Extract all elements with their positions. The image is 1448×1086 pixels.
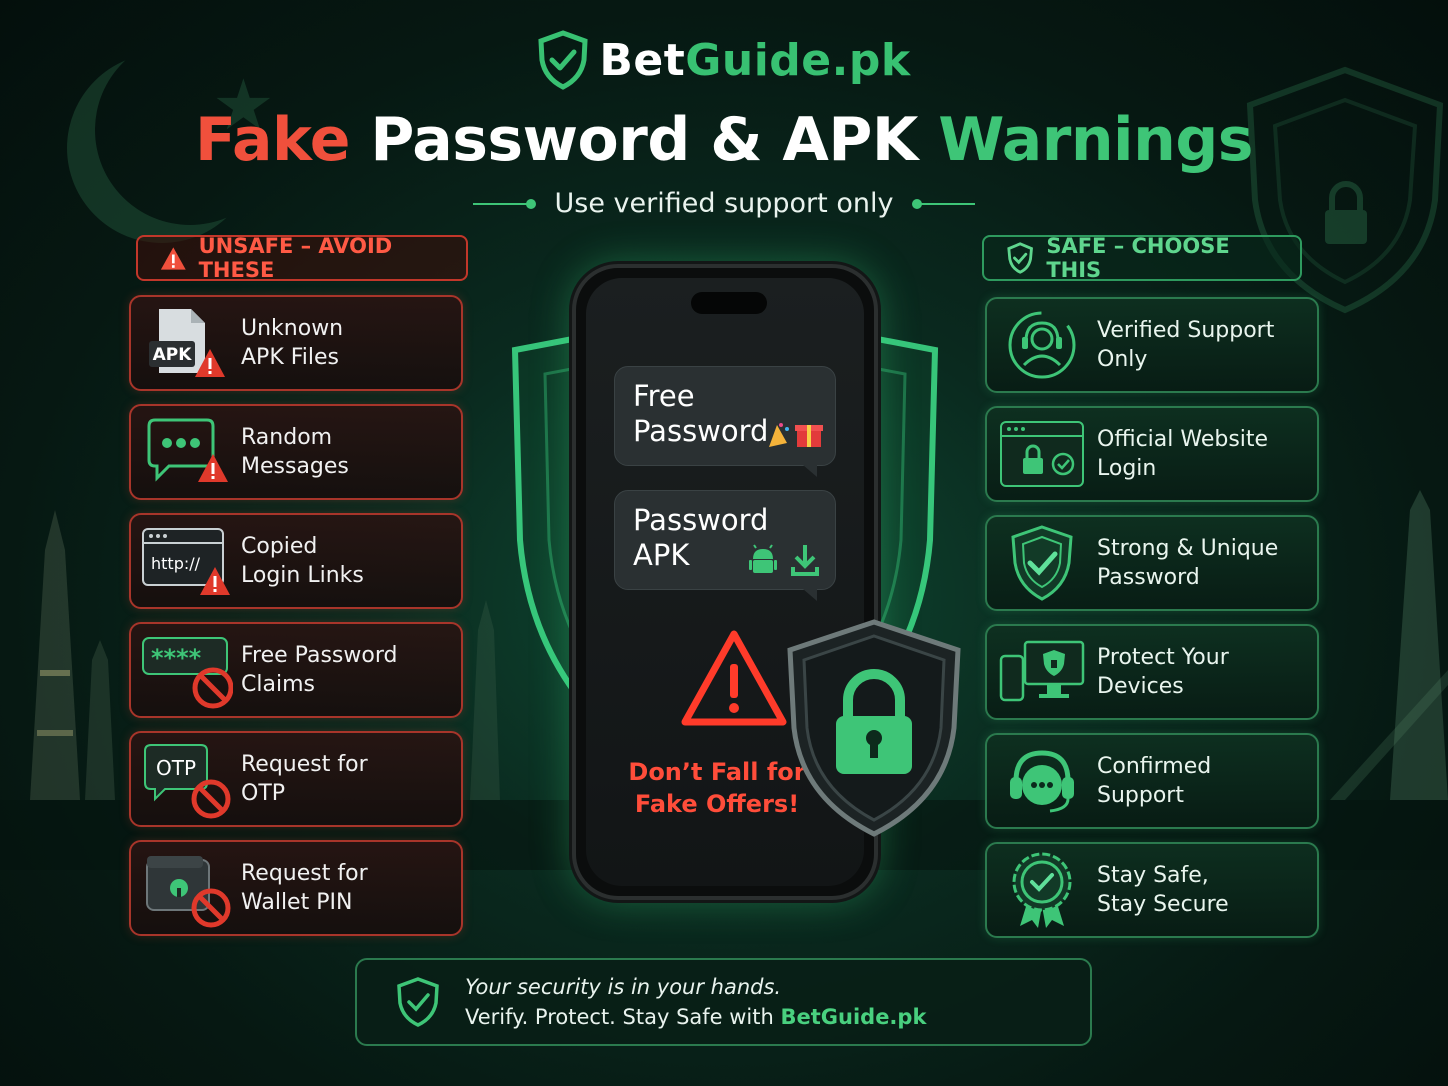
subtitle-divider-left — [472, 198, 536, 209]
unsafe-card-links[interactable]: http:// Copied Login Links — [129, 513, 463, 609]
warning-triangle-icon — [160, 246, 186, 270]
apk-file-warning-icon: APK — [131, 295, 241, 391]
footer-text: Your security is in your hands. Verify. … — [465, 975, 926, 1029]
brand-name[interactable]: BetGuide.pk — [599, 35, 910, 86]
support-agent-icon — [987, 297, 1097, 393]
chat-bubble-warning-icon — [131, 404, 241, 500]
unsafe-card-label: Request for Wallet PIN — [241, 861, 368, 915]
title-warnings: Warnings — [938, 105, 1253, 175]
title-middle: Password & APK — [370, 105, 918, 175]
safe-heading: SAFE – CHOOSE THIS — [1046, 234, 1230, 282]
safe-card-label: Verified Support Only — [1097, 318, 1275, 372]
subtitle: Use verified support only — [554, 188, 894, 219]
unsafe-card-otp[interactable]: OTP Request for OTP — [129, 731, 463, 827]
password-icon-text: **** — [151, 644, 202, 672]
safe-card-stay-safe[interactable]: Stay Safe, Stay Secure — [985, 842, 1319, 938]
safe-card-label: Confirmed Support — [1097, 754, 1212, 808]
subtitle-divider-right — [912, 198, 976, 209]
safe-card-verified-support[interactable]: Verified Support Only — [985, 297, 1319, 393]
brand-name-part2: Guide.pk — [685, 34, 911, 86]
shield-check-icon — [1007, 242, 1033, 274]
unsafe-card-label: Request for OTP — [241, 752, 368, 806]
brand-name-part1: Bet — [599, 34, 686, 86]
title-fake: Fake — [195, 105, 350, 175]
phone-notch — [691, 292, 767, 314]
free-password-message[interactable]: Free Password — [614, 366, 836, 477]
footer-brand-link[interactable]: BetGuide.pk — [780, 1005, 926, 1029]
unsafe-card-password[interactable]: **** Free Password Claims — [129, 622, 463, 718]
secure-browser-icon — [987, 406, 1097, 502]
unsafe-card-wallet[interactable]: Request for Wallet PIN — [129, 840, 463, 936]
safe-card-confirmed-support[interactable]: Confirmed Support — [985, 733, 1319, 829]
safe-card-label: Official Website Login — [1097, 427, 1269, 481]
unsafe-heading: UNSAFE – AVOID THESE — [198, 234, 393, 282]
footer-line1: Your security is in your hands. — [465, 975, 782, 999]
otp-icon-text: OTP — [156, 756, 196, 780]
password-apk-message[interactable]: Password APK — [614, 490, 836, 601]
warning-triangle-icon — [681, 630, 787, 726]
footer-line2-text: Verify. Protect. Stay Safe with — [465, 1005, 781, 1029]
safe-card-protect-devices[interactable]: Protect Your Devices — [985, 624, 1319, 720]
otp-blocked-icon: OTP — [131, 731, 241, 827]
wallet-pin-blocked-icon — [131, 840, 241, 936]
unsafe-section-header: UNSAFE – AVOID THESE — [136, 234, 468, 282]
page-title: Fake Password & APK Warnings — [0, 105, 1448, 175]
unsafe-card-label: Free Password Claims — [241, 643, 398, 697]
shield-check-icon — [397, 977, 439, 1027]
unsafe-card-messages[interactable]: Random Messages — [129, 404, 463, 500]
subtitle-row: Use verified support only — [0, 188, 1448, 219]
brand-header: BetGuide.pk — [0, 30, 1448, 90]
safe-card-strong-password[interactable]: Strong & Unique Password — [985, 515, 1319, 611]
unsafe-card-label: Unknown APK Files — [241, 316, 344, 370]
browser-link-warning-icon: http:// — [131, 513, 241, 609]
safe-card-label: Strong & Unique Password — [1097, 536, 1279, 590]
unsafe-card-label: Random Messages — [241, 425, 349, 479]
http-icon-text: http:// — [151, 554, 201, 573]
safe-section-header: SAFE – CHOOSE THIS — [982, 234, 1302, 282]
unsafe-card-apk[interactable]: APK Unknown APK Files — [129, 295, 463, 391]
badge-check-icon — [987, 842, 1097, 938]
unsafe-card-label: Copied Login Links — [241, 534, 364, 588]
devices-shield-icon — [987, 624, 1097, 720]
android-download-icon — [749, 544, 819, 576]
party-gift-icon — [769, 423, 823, 447]
footer-line2: Verify. Protect. Stay Safe with BetGuide… — [465, 1005, 926, 1029]
safe-card-official-website[interactable]: Official Website Login — [985, 406, 1319, 502]
safe-card-label: Protect Your Devices — [1097, 645, 1229, 699]
safe-card-label: Stay Safe, Stay Secure — [1097, 863, 1229, 917]
password-blocked-icon: **** — [131, 622, 241, 718]
footer-banner: Your security is in your hands. Verify. … — [355, 958, 1092, 1046]
brand-shield-check-icon — [538, 30, 588, 90]
headset-chat-icon — [987, 733, 1097, 829]
shield-check-icon — [987, 515, 1097, 611]
apk-icon-text: APK — [153, 345, 193, 365]
lock-shield-icon — [787, 619, 961, 837]
